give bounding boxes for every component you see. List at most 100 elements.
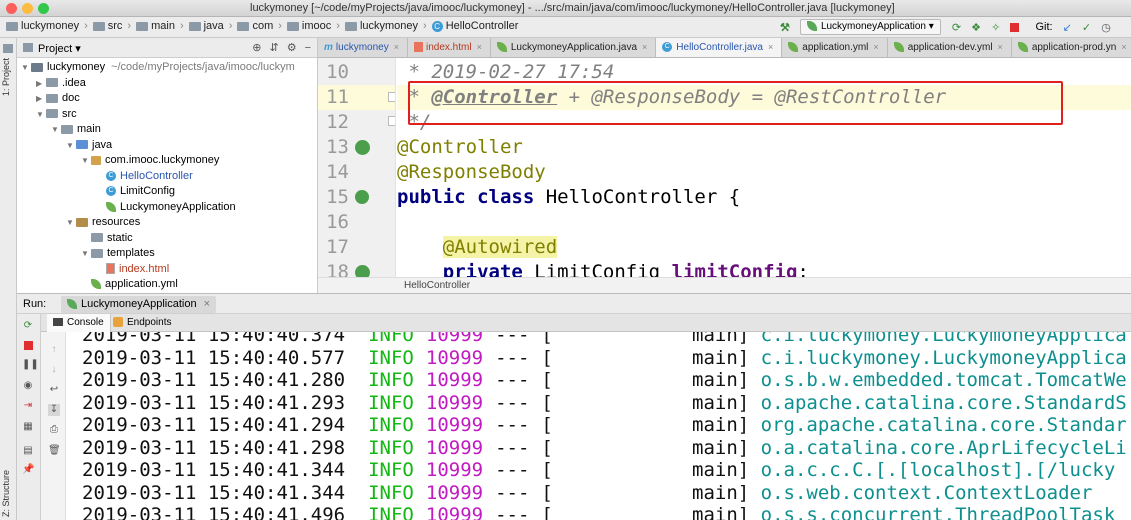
- tree-item[interactable]: ▼ src: [17, 107, 317, 123]
- tab-console[interactable]: Console: [47, 314, 111, 332]
- tree-item[interactable]: ▼ com.imooc.luckymoney: [17, 153, 317, 169]
- run-tab-luckymoneyapplication[interactable]: LuckymoneyApplication ×: [61, 296, 217, 313]
- spring-class-icon[interactable]: [355, 190, 369, 204]
- log-level: INFO: [368, 346, 414, 369]
- spring-bean-icon[interactable]: [355, 265, 370, 277]
- spring-bean-icon[interactable]: [355, 140, 370, 155]
- chevron-down-icon[interactable]: ▼: [66, 215, 76, 231]
- class-declaration-text: HelloController {: [534, 186, 741, 208]
- chevron-down-icon[interactable]: ▼: [51, 122, 61, 138]
- fold-marker-icon[interactable]: [388, 92, 395, 102]
- git-history-icon[interactable]: ◷: [1101, 21, 1111, 34]
- git-update-icon[interactable]: ↙: [1063, 21, 1072, 34]
- yml-file-icon: [893, 42, 904, 53]
- debug-icon[interactable]: ❖: [971, 21, 981, 34]
- project-view-select[interactable]: Project ▾: [38, 42, 81, 55]
- chevron-right-icon: ›: [336, 20, 340, 33]
- arrow-up-icon[interactable]: ↑: [48, 344, 60, 356]
- print-icon[interactable]: ⎙: [48, 424, 60, 436]
- chevron-right-icon[interactable]: ▶: [36, 91, 46, 107]
- project-tool-window: Project ▾ ⊕ ⇵ ⚙ − ▼ luckymoney ~/code/myProje…: [17, 38, 318, 293]
- pause-icon[interactable]: ❚❚: [22, 359, 39, 371]
- collapse-all-icon[interactable]: ⇵: [269, 42, 278, 54]
- editor-tab[interactable]: LuckymoneyApplication.java ×: [491, 38, 657, 57]
- hammer-build-icon[interactable]: ⚒: [780, 21, 790, 34]
- breadcrumb-item[interactable]: main: [136, 20, 175, 32]
- chevron-down-icon[interactable]: ▼: [66, 138, 76, 154]
- project-tool-icon[interactable]: [3, 44, 13, 53]
- layout-icon[interactable]: ▦: [22, 421, 34, 433]
- tree-item[interactable]: ▼ main: [17, 122, 317, 138]
- arrow-down-icon[interactable]: ↓: [48, 364, 60, 376]
- breadcrumb-item[interactable]: java: [188, 20, 224, 32]
- editor-tab[interactable]: application.yml ×: [782, 38, 888, 57]
- tab-endpoints[interactable]: Endpoints: [107, 314, 177, 332]
- locate-icon[interactable]: ⊕: [252, 42, 261, 54]
- editor-tab[interactable]: application-dev.yml ×: [888, 38, 1012, 57]
- chevron-right-icon: ›: [228, 20, 233, 33]
- console-output[interactable]: 2019-03-11 15:40:40.374 INFO 10999 --- [main…: [66, 332, 1131, 520]
- close-icon[interactable]: ×: [642, 42, 647, 52]
- editor-tab[interactable]: application-prod.yn ×: [1012, 38, 1131, 57]
- editor-tab-label: HelloController.java: [676, 42, 763, 53]
- chevron-down-icon[interactable]: ▼: [21, 60, 31, 76]
- tree-item[interactable]: ▼ templates: [17, 246, 317, 262]
- tree-item[interactable]: ▼ java: [17, 138, 317, 154]
- stop-icon[interactable]: [22, 341, 34, 353]
- tree-item-label: src: [62, 107, 77, 120]
- scroll-to-end-icon[interactable]: ↧: [48, 404, 60, 416]
- hide-panel-icon[interactable]: −: [305, 42, 311, 54]
- breadcrumb-item[interactable]: com: [237, 20, 273, 32]
- tree-item[interactable]: ▼ resources: [17, 215, 317, 231]
- trash-icon[interactable]: 🗑: [48, 445, 61, 457]
- soft-wrap-icon[interactable]: ↩: [48, 384, 60, 396]
- breadcrumb-item[interactable]: src: [92, 20, 122, 32]
- tree-item[interactable]: C HelloController: [17, 169, 317, 185]
- close-icon[interactable]: ×: [1121, 42, 1126, 52]
- camera-icon[interactable]: ◉: [22, 380, 34, 392]
- breadcrumb-item[interactable]: C HelloController: [431, 20, 518, 32]
- log-separator: ---: [495, 504, 530, 520]
- breadcrumb-item[interactable]: luckymoney: [344, 20, 418, 32]
- tree-item[interactable]: C LimitConfig: [17, 184, 317, 200]
- chevron-down-icon[interactable]: ▼: [36, 107, 46, 123]
- close-icon[interactable]: ×: [477, 42, 482, 52]
- minimize-window-button[interactable]: [22, 3, 33, 14]
- stop-icon[interactable]: [1010, 21, 1020, 33]
- project-tool-window-label[interactable]: 1: Project: [1, 58, 11, 96]
- tree-item[interactable]: index.html: [17, 262, 317, 278]
- chevron-right-icon[interactable]: ▶: [36, 76, 46, 92]
- editor-tab[interactable]: C HelloController.java ×: [656, 38, 783, 57]
- tree-item[interactable]: ▼ luckymoney ~/code/myProjects/java/imooc/…: [17, 60, 317, 76]
- close-window-button[interactable]: [6, 3, 17, 14]
- rerun-icon[interactable]: ⟳: [22, 320, 34, 332]
- zoom-window-button[interactable]: [38, 3, 49, 14]
- editor-tab[interactable]: m luckymoney ×: [318, 38, 408, 57]
- breadcrumb-item[interactable]: luckymoney: [6, 20, 79, 32]
- restore-layout-icon[interactable]: ▤: [22, 445, 34, 457]
- breadcrumb-item[interactable]: imooc: [286, 20, 331, 32]
- coverage-icon[interactable]: ✧: [991, 21, 1000, 34]
- close-icon[interactable]: ×: [873, 42, 878, 52]
- rerun-icon[interactable]: ⟳: [952, 21, 961, 34]
- tree-item[interactable]: LuckymoneyApplication: [17, 200, 317, 216]
- tree-item[interactable]: static: [17, 231, 317, 247]
- close-icon[interactable]: ×: [204, 298, 210, 310]
- editor-tab[interactable]: index.html ×: [408, 38, 491, 57]
- pin-icon[interactable]: 📌: [22, 464, 34, 476]
- chevron-down-icon[interactable]: ▼: [81, 153, 91, 169]
- close-icon[interactable]: ×: [998, 42, 1003, 52]
- fold-marker-icon[interactable]: [388, 116, 395, 126]
- close-icon[interactable]: ×: [394, 42, 399, 52]
- tree-item[interactable]: ▶ doc: [17, 91, 317, 107]
- structure-tool-window-label[interactable]: Z: Structure: [1, 470, 11, 517]
- gear-icon[interactable]: ⚙: [287, 42, 297, 54]
- run-configuration-select[interactable]: LuckymoneyApplication ▾: [799, 19, 941, 35]
- editor-breadcrumb[interactable]: HelloController: [404, 280, 470, 291]
- close-icon[interactable]: ×: [768, 42, 773, 52]
- chevron-down-icon[interactable]: ▼: [81, 246, 91, 262]
- tree-item[interactable]: application.yml: [17, 277, 317, 293]
- exit-icon[interactable]: ⇥: [22, 400, 34, 412]
- tree-item[interactable]: ▶ .idea: [17, 76, 317, 92]
- git-commit-icon[interactable]: ✓: [1082, 21, 1091, 34]
